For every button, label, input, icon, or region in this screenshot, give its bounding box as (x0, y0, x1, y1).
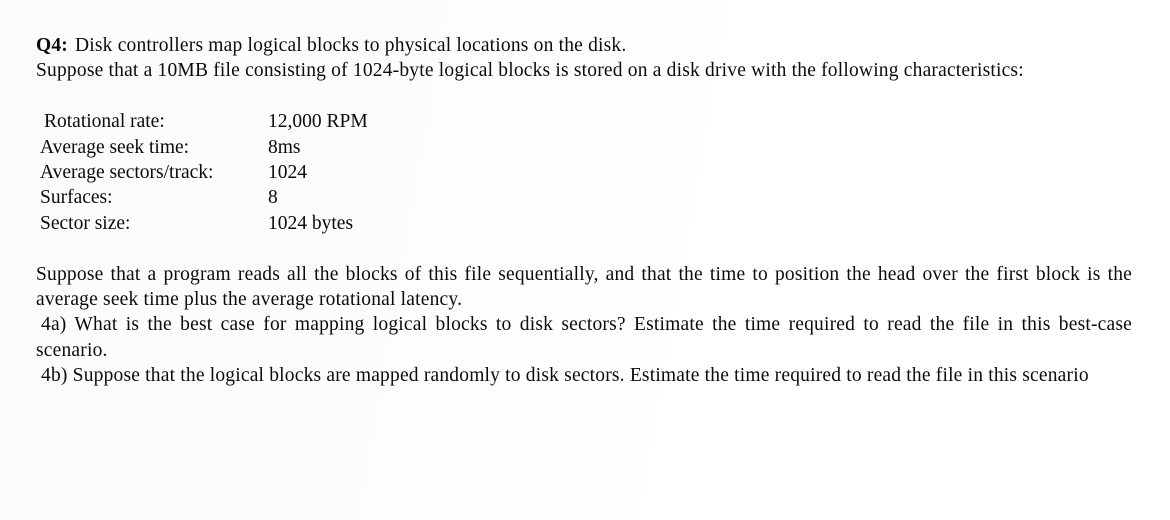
spec-label-rotational-rate: Rotational rate: (44, 111, 165, 133)
document-page: Q4: Disk controllers map logical blocks t… (0, 0, 1170, 520)
disk-specifications-body: Rotational rate: 12,000 RPM Average seek… (36, 109, 368, 236)
spec-label-average-sectors-per-track: Average sectors/track: (40, 162, 214, 184)
table-row: Average seek time: 8ms (36, 135, 368, 160)
spec-value-average-seek-time: 8ms (268, 136, 301, 158)
question-part-4b: 4b) Suppose that the logical blocks are … (41, 365, 1089, 387)
question-number-label: Q4: (36, 35, 68, 56)
spacer-after-specs (36, 236, 1132, 261)
question-setup-paragraph: Suppose that a 10MB file consisting of 1… (36, 60, 1024, 82)
table-row: Sector size: 1024 bytes (36, 211, 368, 236)
question-intro-paragraph: Q4: Disk controllers map logical blocks t… (36, 33, 1132, 58)
table-row: Average sectors/track: 1024 (36, 160, 368, 185)
table-row: Rotational rate: 12,000 RPM (36, 109, 368, 134)
spec-label-surfaces: Surfaces: (40, 187, 113, 209)
question-part-4a: 4a) What is the best case for mapping lo… (36, 314, 1132, 361)
spec-value-average-sectors-per-track: 1024 (268, 162, 307, 184)
spec-label-average-seek-time: Average seek time: (40, 136, 190, 158)
spec-value-surfaces: 8 (268, 187, 278, 209)
document-content: Q4: Disk controllers map logical blocks t… (36, 33, 1132, 389)
spacer-before-specs (36, 84, 1132, 109)
question-body-paragraph: Suppose that a program reads all the blo… (36, 263, 1132, 311)
spec-label-sector-size: Sector size: (40, 212, 131, 234)
spec-value-sector-size: 1024 bytes (268, 212, 354, 234)
disk-specifications-table: Rotational rate: 12,000 RPM Average seek… (36, 109, 368, 236)
spec-value-rotational-rate: 12,000 RPM (268, 111, 368, 133)
question-intro-line: Disk controllers map logical blocks to p… (75, 35, 627, 56)
table-row: Surfaces: 8 (36, 185, 368, 210)
